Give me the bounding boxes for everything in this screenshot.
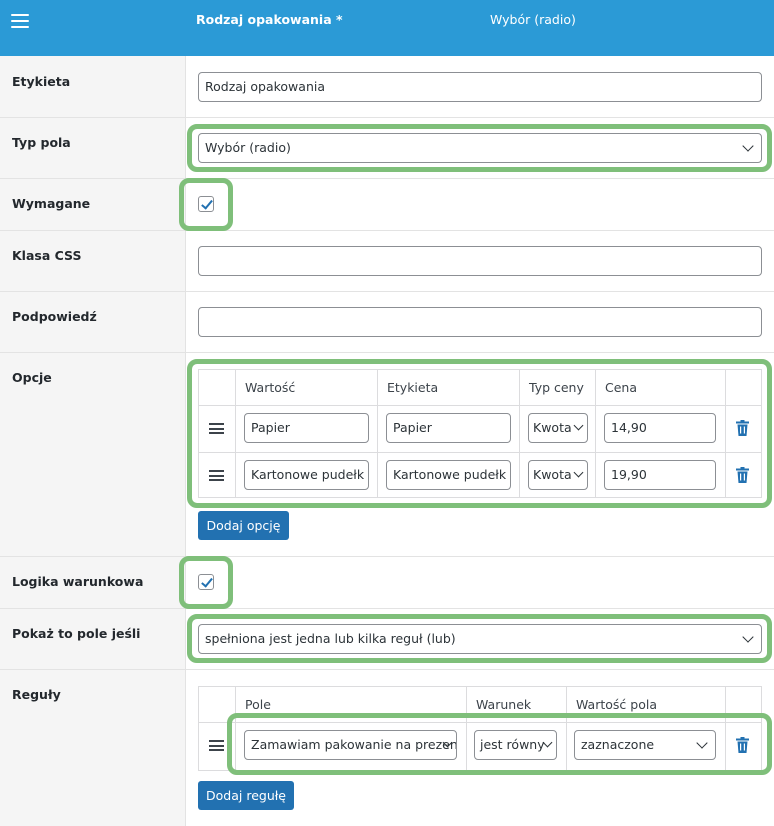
field-header-bar[interactable]: Rodzaj opakowania * Wybór (radio): [0, 0, 774, 56]
row-separator: [0, 178, 774, 179]
row-separator: [0, 669, 774, 670]
etykieta-input[interactable]: Rodzaj opakowania: [198, 72, 762, 102]
drag-handle-icon[interactable]: [209, 423, 224, 434]
column-header-typ-ceny: Typ ceny: [529, 380, 584, 395]
label-reguly: Reguły: [12, 687, 61, 702]
label-podpowiedz: Podpowiedź: [12, 309, 97, 324]
field-title: Rodzaj opakowania *: [196, 12, 343, 27]
table-line: [725, 370, 726, 497]
option-price-input[interactable]: 19,90: [604, 460, 716, 490]
add-option-button[interactable]: Dodaj opcję: [198, 511, 289, 540]
label-wymagane: Wymagane: [12, 196, 91, 211]
table-line: [519, 370, 520, 497]
wymagane-checkbox[interactable]: [198, 196, 214, 212]
trash-icon[interactable]: [736, 420, 749, 436]
column-header-wartosc: Wartość: [245, 380, 296, 395]
row-separator: [0, 117, 774, 118]
row-separator: [0, 556, 774, 557]
column-header-etykieta: Etykieta: [387, 380, 439, 395]
column-header-wartosc-pola: Wartość pola: [576, 697, 657, 712]
trash-icon[interactable]: [736, 737, 749, 753]
logika-warunkowa-checkbox[interactable]: [198, 574, 214, 590]
table-line: [595, 370, 596, 497]
label-etykieta: Etykieta: [12, 74, 71, 89]
typ-pola-select[interactable]: Wybór (radio): [198, 133, 762, 163]
option-value-input[interactable]: Papier: [244, 413, 369, 443]
table-line: [199, 452, 761, 453]
label-typ-pola: Typ pola: [12, 135, 71, 150]
labels-column: [0, 56, 186, 826]
row-separator: [0, 608, 774, 609]
table-line: [725, 687, 726, 770]
add-rule-button[interactable]: Dodaj regułę: [198, 781, 294, 810]
rule-field-select[interactable]: Zamawiam pakowanie na prezen: [244, 730, 457, 760]
table-line: [199, 722, 761, 723]
pokaz-to-pole-select[interactable]: spełniona jest jedna lub kilka reguł (lu…: [198, 624, 762, 654]
field-type-summary: Wybór (radio): [490, 12, 576, 27]
row-separator: [0, 230, 774, 231]
drag-handle-icon[interactable]: [209, 740, 224, 751]
label-logika-warunkowa: Logika warunkowa: [12, 574, 144, 589]
label-pokaz-to-pole: Pokaż to pole jeśli: [12, 626, 141, 641]
option-label-input[interactable]: Papier: [386, 413, 511, 443]
option-value-input[interactable]: Kartonowe pudełk: [244, 460, 369, 490]
table-line: [199, 405, 761, 406]
column-header-warunek: Warunek: [476, 697, 532, 712]
trash-icon[interactable]: [736, 467, 749, 483]
podpowiedz-input[interactable]: [198, 307, 762, 337]
option-price-type-select[interactable]: Kwota: [528, 460, 588, 490]
column-header-pole: Pole: [245, 697, 271, 712]
row-separator: [0, 291, 774, 292]
table-line: [377, 370, 378, 497]
label-opcje: Opcje: [12, 370, 52, 385]
row-separator: [0, 352, 774, 353]
column-header-cena: Cena: [605, 380, 638, 395]
rule-value-select[interactable]: zaznaczone: [574, 730, 716, 760]
hamburger-menu-icon[interactable]: [11, 14, 29, 28]
drag-handle-icon[interactable]: [209, 470, 224, 481]
label-klasa-css: Klasa CSS: [12, 248, 82, 263]
option-price-input[interactable]: 14,90: [604, 413, 716, 443]
rule-condition-select[interactable]: jest równy: [474, 730, 557, 760]
table-line: [566, 687, 567, 770]
table-line: [235, 370, 236, 497]
option-price-type-select[interactable]: Kwota: [528, 413, 588, 443]
klasa-css-input[interactable]: [198, 246, 762, 276]
table-line: [235, 687, 236, 770]
table-line: [466, 687, 467, 770]
option-label-input[interactable]: Kartonowe pudełk: [386, 460, 511, 490]
